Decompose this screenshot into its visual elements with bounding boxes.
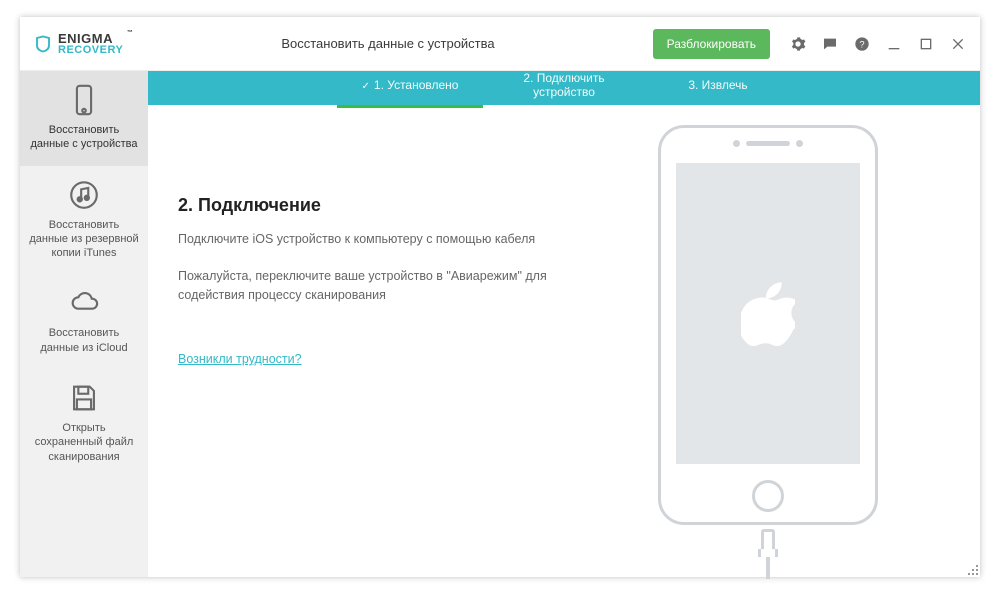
music-icon <box>67 178 101 212</box>
close-icon[interactable] <box>950 36 966 52</box>
sidebar-item-label: Восстановить данные из iCloud <box>28 326 140 355</box>
sidebar-item-open-file[interactable]: Открыть сохраненный файл сканирования <box>20 369 148 478</box>
step-connect: 2. Подключить устройство <box>491 71 637 105</box>
lightning-cable-icon <box>760 529 776 579</box>
app-logo: ENIGMA™ RECOVERY <box>34 32 123 56</box>
sidebar-item-label: Открыть сохраненный файл сканирования <box>28 421 140 464</box>
device-illustration <box>598 125 938 579</box>
page-title: Восстановить данные с устройства <box>123 36 652 51</box>
settings-icon[interactable] <box>790 36 806 52</box>
logo-text-bottom: RECOVERY <box>58 45 123 56</box>
help-link[interactable]: Возникли трудности? <box>178 352 302 366</box>
sidebar-item-label: Восстановить данные из резервной копии i… <box>28 218 140 261</box>
phone-outline <box>658 125 878 525</box>
sidebar-item-itunes[interactable]: Восстановить данные из резервной копии i… <box>20 166 148 275</box>
floppy-icon <box>67 381 101 415</box>
titlebar: ENIGMA™ RECOVERY Восстановить данные с у… <box>20 17 980 71</box>
content-instruction-1: Подключите iOS устройство к компьютеру с… <box>178 230 598 249</box>
home-button-icon <box>752 480 784 512</box>
sidebar-item-label: Восстановить данные с устройства <box>28 123 140 152</box>
sidebar: Восстановить данные с устройства Восстан… <box>20 71 148 577</box>
svg-text:?: ? <box>859 39 864 49</box>
phone-icon <box>67 83 101 117</box>
step-installed: 1. Установлено <box>337 78 483 98</box>
apple-logo-icon <box>741 282 795 346</box>
minimize-icon[interactable] <box>886 36 902 52</box>
content-panel: 2. Подключение Подключите iOS устройство… <box>178 125 598 579</box>
sidebar-item-device[interactable]: Восстановить данные с устройства <box>20 71 148 166</box>
sidebar-item-icloud[interactable]: Восстановить данные из iCloud <box>20 274 148 369</box>
logo-icon <box>34 35 52 53</box>
unlock-button[interactable]: Разблокировать <box>653 29 770 59</box>
resize-grip-icon[interactable] <box>966 563 978 575</box>
feedback-icon[interactable] <box>822 36 838 52</box>
logo-text-top: ENIGMA™ <box>58 32 123 45</box>
help-icon[interactable]: ? <box>854 36 870 52</box>
step-extract: 3. Извлечь <box>645 78 791 98</box>
content-instruction-2: Пожалуйста, переключите ваше устройство … <box>178 267 598 305</box>
maximize-icon[interactable] <box>918 36 934 52</box>
cloud-icon <box>67 286 101 320</box>
step-bar: 1. Установлено 2. Подключить устройство … <box>148 71 980 105</box>
content-heading: 2. Подключение <box>178 195 598 216</box>
